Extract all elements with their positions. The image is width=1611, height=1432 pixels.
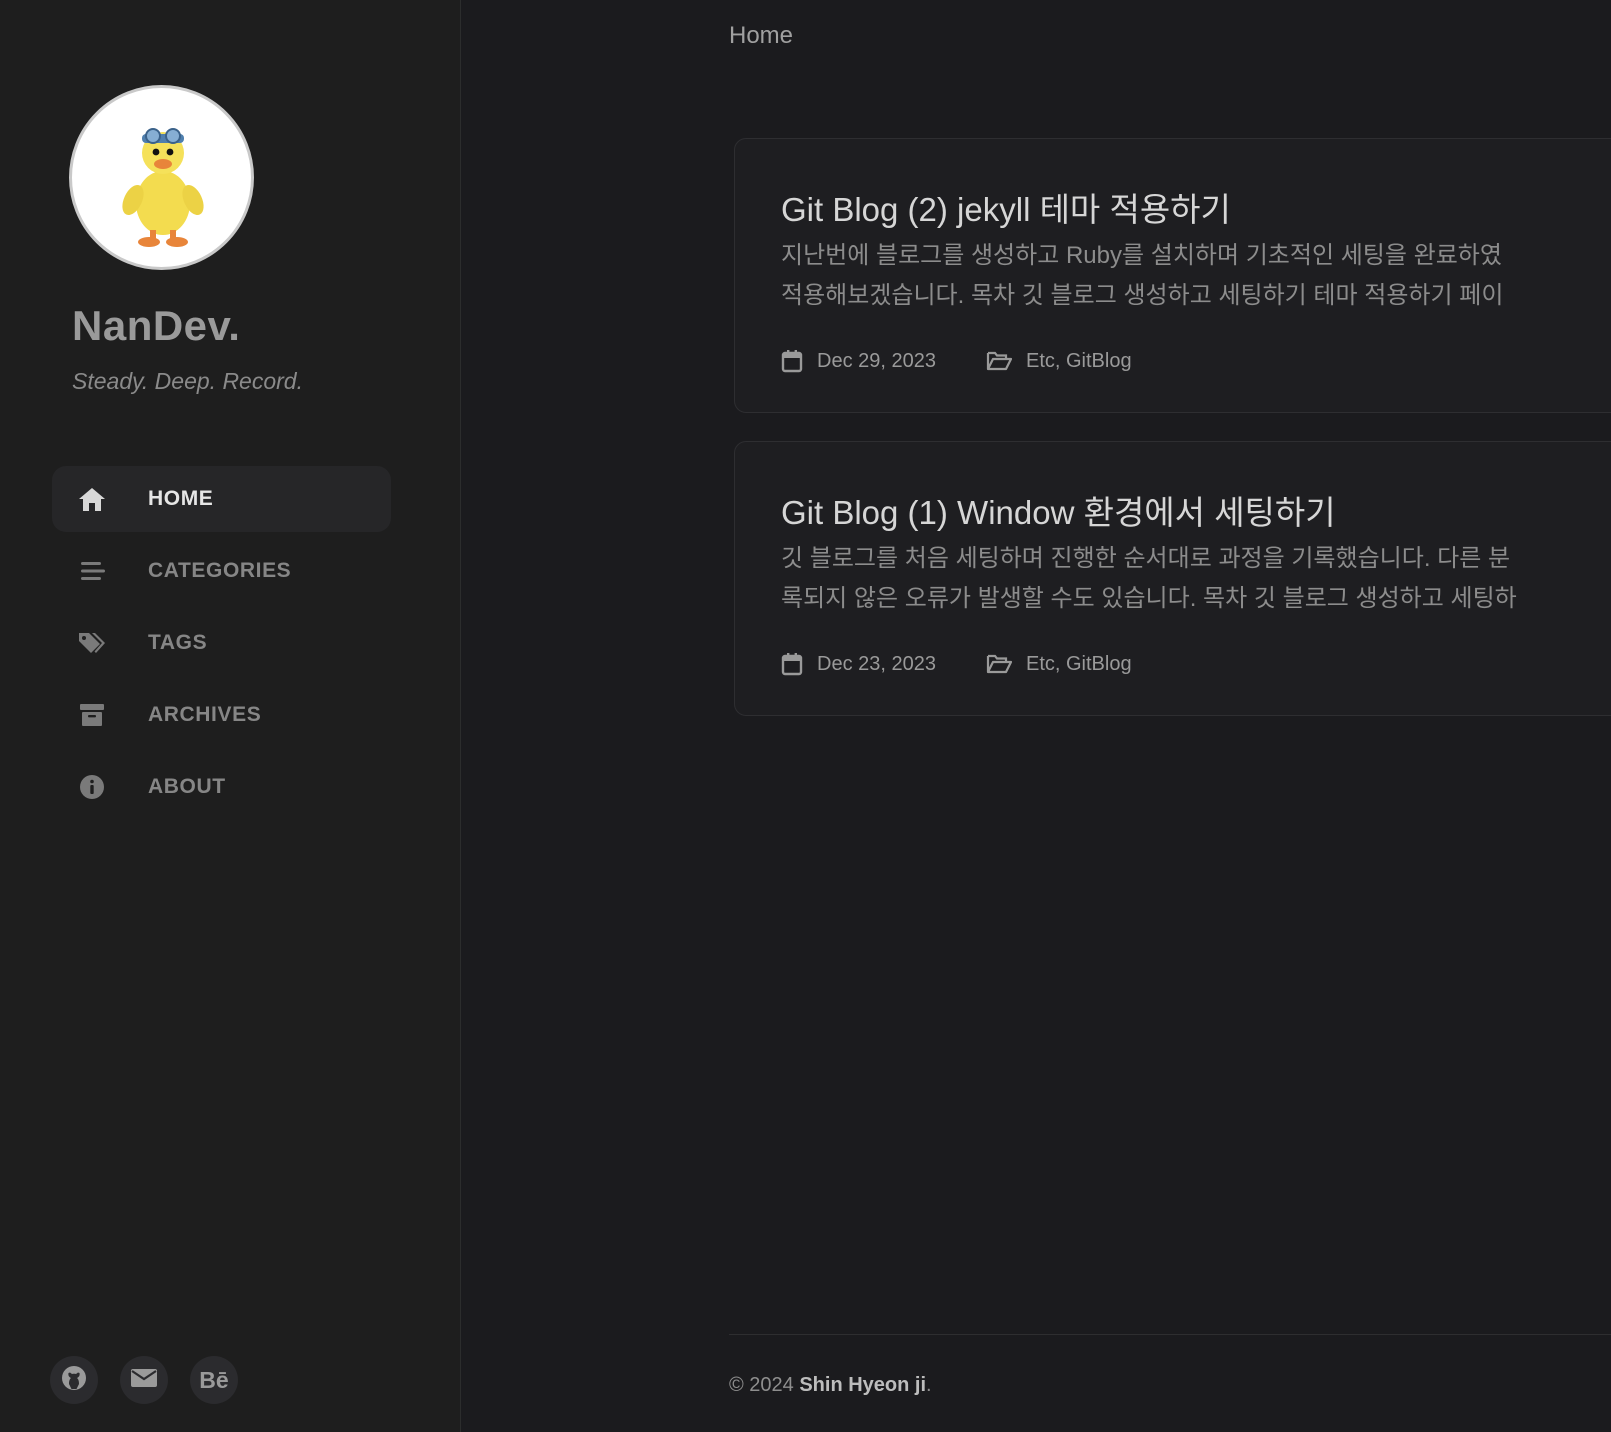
sidebar-item-home[interactable]: HOME xyxy=(52,466,391,532)
stream-icon xyxy=(78,557,106,585)
behance-icon: Bē xyxy=(199,1366,229,1393)
home-icon xyxy=(78,485,106,513)
sidebar-item-label: CATEGORIES xyxy=(148,559,292,582)
excerpt-line: 깃 블로그를 처음 세팅하며 진행한 순서대로 과정을 기록했습니다. 다른 분 xyxy=(781,545,1511,572)
sidebar: NanDev. Steady. Deep. Record. HOME CATEG… xyxy=(0,0,461,1432)
github-link[interactable] xyxy=(50,1356,98,1404)
footer-divider xyxy=(729,1334,1611,1335)
post-categories[interactable]: Etc, GitBlog xyxy=(1026,653,1132,676)
excerpt-line: 적용해보겠습니다. 목차 깃 블로그 생성하고 세팅하기 테마 적용하기 페이 xyxy=(781,282,1504,309)
sidebar-item-label: ARCHIVES xyxy=(148,703,262,726)
avatar[interactable] xyxy=(69,85,254,270)
duck-avatar-image xyxy=(122,128,204,247)
post-card[interactable]: Git Blog (1) Window 환경에서 세팅하기 깃 블로그를 처음 … xyxy=(734,441,1611,716)
sidebar-item-label: ABOUT xyxy=(148,775,226,798)
folder-open-icon xyxy=(986,653,1012,675)
archive-icon xyxy=(78,701,106,729)
post-categories[interactable]: Etc, GitBlog xyxy=(1026,350,1132,373)
sidebar-item-archives[interactable]: ARCHIVES xyxy=(52,682,391,748)
tags-icon xyxy=(78,629,106,657)
excerpt-line: 록되지 않은 오류가 발생할 수도 있습니다. 목차 깃 블로그 생성하고 세팅… xyxy=(781,585,1517,612)
site-subtitle: Steady. Deep. Record. xyxy=(72,368,303,394)
sidebar-item-about[interactable]: ABOUT xyxy=(52,754,391,820)
sidebar-item-label: HOME xyxy=(148,487,214,510)
footer-period: . xyxy=(926,1374,932,1396)
social-links: Bē xyxy=(50,1356,260,1404)
sidebar-nav: HOME CATEGORIES TAGS ARCHIVES ABOUT xyxy=(52,466,391,826)
github-icon xyxy=(61,1365,87,1396)
post-title[interactable]: Git Blog (2) jekyll 테마 적용하기 xyxy=(781,183,1231,231)
post-meta: Dec 23, 2023 Etc, GitBlog xyxy=(781,652,1132,676)
main-content: Home Git Blog (2) jekyll 테마 적용하기 지난번에 블로… xyxy=(461,0,1611,1432)
email-icon xyxy=(130,1368,158,1393)
site-title[interactable]: NanDev. xyxy=(72,302,240,350)
calendar-icon xyxy=(781,349,803,373)
sidebar-item-label: TAGS xyxy=(148,631,208,654)
email-link[interactable] xyxy=(120,1356,168,1404)
post-card[interactable]: Git Blog (2) jekyll 테마 적용하기 지난번에 블로그를 생성… xyxy=(734,138,1611,413)
footer-author-link[interactable]: Shin Hyeon ji xyxy=(799,1374,926,1396)
post-excerpt: 지난번에 블로그를 생성하고 Ruby를 설치하며 기초적인 세팅을 완료하였 … xyxy=(781,236,1611,316)
excerpt-line: 지난번에 블로그를 생성하고 Ruby를 설치하며 기초적인 세팅을 완료하였 xyxy=(781,242,1502,269)
folder-open-icon xyxy=(986,350,1012,372)
post-excerpt: 깃 블로그를 처음 세팅하며 진행한 순서대로 과정을 기록했습니다. 다른 분… xyxy=(781,539,1611,619)
post-meta: Dec 29, 2023 Etc, GitBlog xyxy=(781,349,1132,373)
post-title[interactable]: Git Blog (1) Window 환경에서 세팅하기 xyxy=(781,486,1336,534)
footer-copyright: © 2024 xyxy=(729,1374,800,1396)
calendar-icon xyxy=(781,652,803,676)
breadcrumb: Home xyxy=(729,22,794,49)
sidebar-item-categories[interactable]: CATEGORIES xyxy=(52,538,391,604)
sidebar-item-tags[interactable]: TAGS xyxy=(52,610,391,676)
footer: © 2024 Shin Hyeon ji. xyxy=(729,1374,932,1397)
info-icon xyxy=(78,773,106,801)
behance-link[interactable]: Bē xyxy=(190,1356,238,1404)
post-date: Dec 23, 2023 xyxy=(817,652,936,675)
post-date: Dec 29, 2023 xyxy=(817,349,936,372)
